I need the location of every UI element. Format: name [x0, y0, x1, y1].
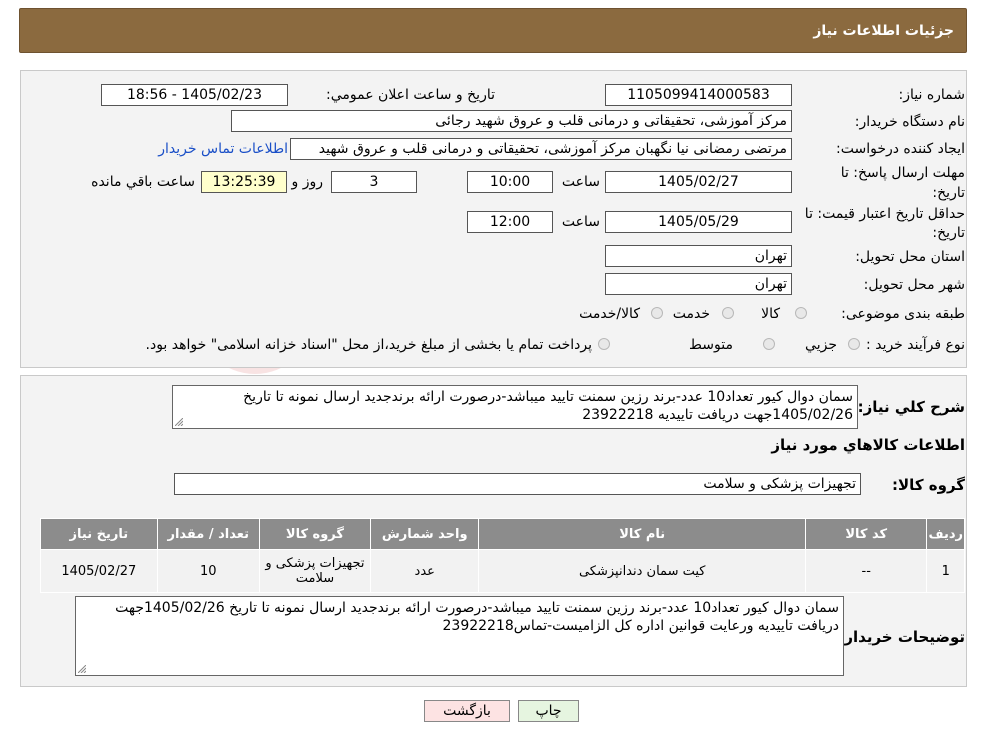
summary-text: سمان دوال کیور تعداد10 عدد-برند رزین سمن…	[243, 389, 853, 423]
category-radio-goods[interactable]	[795, 307, 807, 319]
validity-label-line2: تاريخ:	[932, 225, 965, 241]
remaining-label: ساعت باقي مانده	[91, 174, 195, 190]
col-name: نام کالا	[478, 518, 806, 550]
deadline-label-line1: مهلت ارسال پاسخ: تا	[840, 165, 965, 181]
validity-time-field: 12:00	[467, 211, 553, 233]
validity-label-line1: حداقل تاريخ اعتبار قيمت: تا	[804, 206, 965, 222]
col-date: تاريخ نياز	[40, 518, 158, 550]
buyer-contact-link[interactable]: اطلاعات تماس خريدار	[158, 141, 288, 157]
process-option-minor: جزيي	[805, 337, 837, 353]
back-button[interactable]: بازگشت	[424, 700, 510, 722]
category-option-goods: کالا	[761, 306, 780, 322]
validity-date-field: 1405/05/29	[605, 211, 792, 233]
announce-label: تاريخ و ساعت اعلان عمومي:	[326, 87, 495, 103]
cell-unit: عدد	[369, 549, 480, 593]
province-label: استان محل تحويل:	[855, 249, 965, 265]
province-field: تهران	[605, 245, 792, 267]
page-title: جزئیات اطلاعات نیاز	[813, 23, 954, 39]
category-radio-goods-service[interactable]	[651, 307, 663, 319]
cell-group: تجهیزات پزشکی و سلامت	[258, 549, 371, 593]
summary-textarea[interactable]: سمان دوال کیور تعداد10 عدد-برند رزین سمن…	[172, 385, 858, 429]
cell-code: --	[804, 549, 928, 593]
page-header: جزئیات اطلاعات نیاز	[19, 8, 967, 53]
col-unit: واحد شمارش	[369, 518, 480, 550]
table-header-row: رديف کد کالا نام کالا واحد شمارش گروه کا…	[40, 518, 965, 550]
creator-field: مرتضی رمضانی نیا نگهبان مرکز آموزشی، تحق…	[290, 138, 792, 160]
announce-field: 1405/02/23 - 18:56	[101, 84, 288, 106]
need-number-label: شماره نیاز:	[898, 87, 966, 103]
resize-grip-icon[interactable]	[175, 418, 183, 426]
buyer-org-label: نام دستگاه خريدار:	[854, 114, 965, 130]
goods-section-title: اطلاعات کالاهاي مورد نياز	[771, 436, 965, 454]
city-field: تهران	[605, 273, 792, 295]
treasury-checkbox[interactable]	[598, 338, 610, 350]
col-qty: تعداد / مقدار	[156, 518, 260, 550]
cell-date: 1405/02/27	[40, 549, 158, 593]
process-option-medium: متوسط	[689, 337, 733, 353]
buyer-notes-text: سمان دوال کیور تعداد10 عدد-برند رزین سمن…	[115, 600, 839, 634]
buyer-org-field: مرکز آموزشی، تحقیقاتی و درمانی قلب و عرو…	[231, 110, 792, 132]
cell-qty: 10	[156, 549, 260, 593]
category-radio-service[interactable]	[722, 307, 734, 319]
goods-table: رديف کد کالا نام کالا واحد شمارش گروه کا…	[40, 518, 965, 593]
process-label: نوع فرآيند خريد :	[866, 337, 965, 353]
deadline-time-field: 10:00	[467, 171, 553, 193]
col-code: کد کالا	[804, 518, 928, 550]
cell-index: 1	[926, 549, 965, 593]
goods-group-field: تجهیزات پزشکی و سلامت	[174, 473, 861, 495]
table-row: 1 -- کیت سمان دندانپزشکی عدد تجهیزات پزش…	[40, 549, 965, 593]
resize-grip-icon[interactable]	[78, 665, 86, 673]
category-option-goods-service: کالا/خدمت	[579, 306, 640, 322]
goods-group-label: گروه کالا:	[892, 476, 965, 494]
deadline-date-field: 1405/02/27	[605, 171, 792, 193]
category-option-service: خدمت	[672, 306, 710, 322]
deadline-time-label: ساعت	[561, 174, 600, 190]
cell-name: کیت سمان دندانپزشکی	[478, 549, 806, 593]
deadline-label-line2: تاريخ:	[932, 185, 965, 201]
days-label: روز و	[291, 174, 324, 190]
remaining-days-field: 3	[331, 171, 417, 193]
col-group: گروه کالا	[258, 518, 371, 550]
process-note: پرداخت تمام يا بخشی از مبلغ خريد،از محل …	[145, 337, 592, 353]
creator-label: ايجاد کننده درخواست:	[836, 141, 965, 157]
category-label: طبقه بندی موضوعی:	[841, 306, 965, 322]
summary-label: شرح کلي نياز:	[857, 398, 965, 416]
buyer-notes-label: توضيحات خريدار:	[838, 628, 965, 646]
validity-time-label: ساعت	[561, 214, 600, 230]
process-radio-medium[interactable]	[763, 338, 775, 350]
process-radio-minor[interactable]	[848, 338, 860, 350]
col-index: رديف	[926, 518, 965, 550]
city-label: شهر محل تحويل:	[863, 277, 965, 293]
remaining-time-field: 13:25:39	[201, 171, 287, 193]
buyer-notes-textarea[interactable]: سمان دوال کیور تعداد10 عدد-برند رزین سمن…	[75, 596, 844, 676]
print-button[interactable]: چاپ	[518, 700, 579, 722]
need-number-field: 1105099414000583	[605, 84, 792, 106]
